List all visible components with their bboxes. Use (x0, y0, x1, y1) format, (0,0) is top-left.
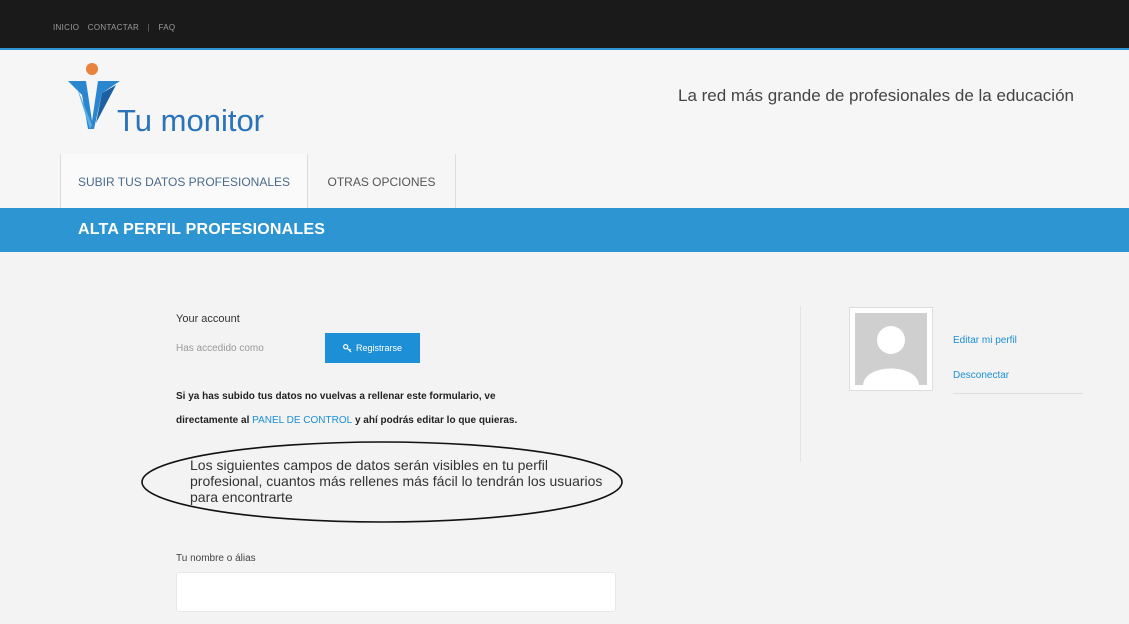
tagline: La red más grande de profesionales de la… (678, 86, 1074, 105)
logout-link[interactable]: Desconectar (953, 370, 1009, 381)
profile-divider (953, 393, 1083, 394)
name-input[interactable] (176, 572, 616, 612)
key-icon (343, 343, 352, 353)
nav-separator: | (147, 23, 150, 32)
register-button-label: Registrarse (355, 343, 402, 353)
edit-profile-link[interactable]: Editar mi perfil (953, 335, 1017, 346)
default-avatar-icon (855, 313, 927, 385)
account-label: Your account (176, 313, 240, 325)
info-line-1: Si ya has subido tus datos no vuelvas a … (176, 391, 496, 402)
column-divider (800, 306, 801, 462)
info-line-2: directamente al PANEL DE CONTROL y ahí p… (176, 415, 517, 426)
name-field-label: Tu nombre o álias (176, 553, 256, 564)
info-line-2-post: y ahí podrás editar lo que quieras. (352, 415, 518, 426)
panel-de-control-link[interactable]: PANEL DE CONTROL (252, 415, 352, 426)
account-status: Has accedido como (176, 343, 264, 354)
nav-link-faq[interactable]: FAQ (159, 23, 176, 32)
top-bar: INICIO CONTACTAR | FAQ (0, 0, 1129, 50)
logo-text[interactable]: Tu monitor (117, 103, 264, 139)
section-header: ALTA PERFIL PROFESIONALES (0, 208, 1129, 252)
top-nav: INICIO CONTACTAR | FAQ (53, 23, 181, 32)
visibility-notice: Los siguientes campos de datos serán vis… (190, 457, 603, 505)
nav-link-contact[interactable]: CONTACTAR (88, 23, 139, 32)
info-line-2-pre: directamente al (176, 415, 253, 426)
tab-otras-opciones[interactable]: OTRAS OPCIONES (308, 154, 456, 208)
tab-subir-datos[interactable]: SUBIR TUS DATOS PROFESIONALES (60, 154, 308, 208)
nav-link-home[interactable]: INICIO (53, 23, 79, 32)
register-button[interactable]: Registrarse (325, 333, 420, 363)
avatar (849, 307, 933, 391)
section-title: ALTA PERFIL PROFESIONALES (78, 221, 326, 238)
